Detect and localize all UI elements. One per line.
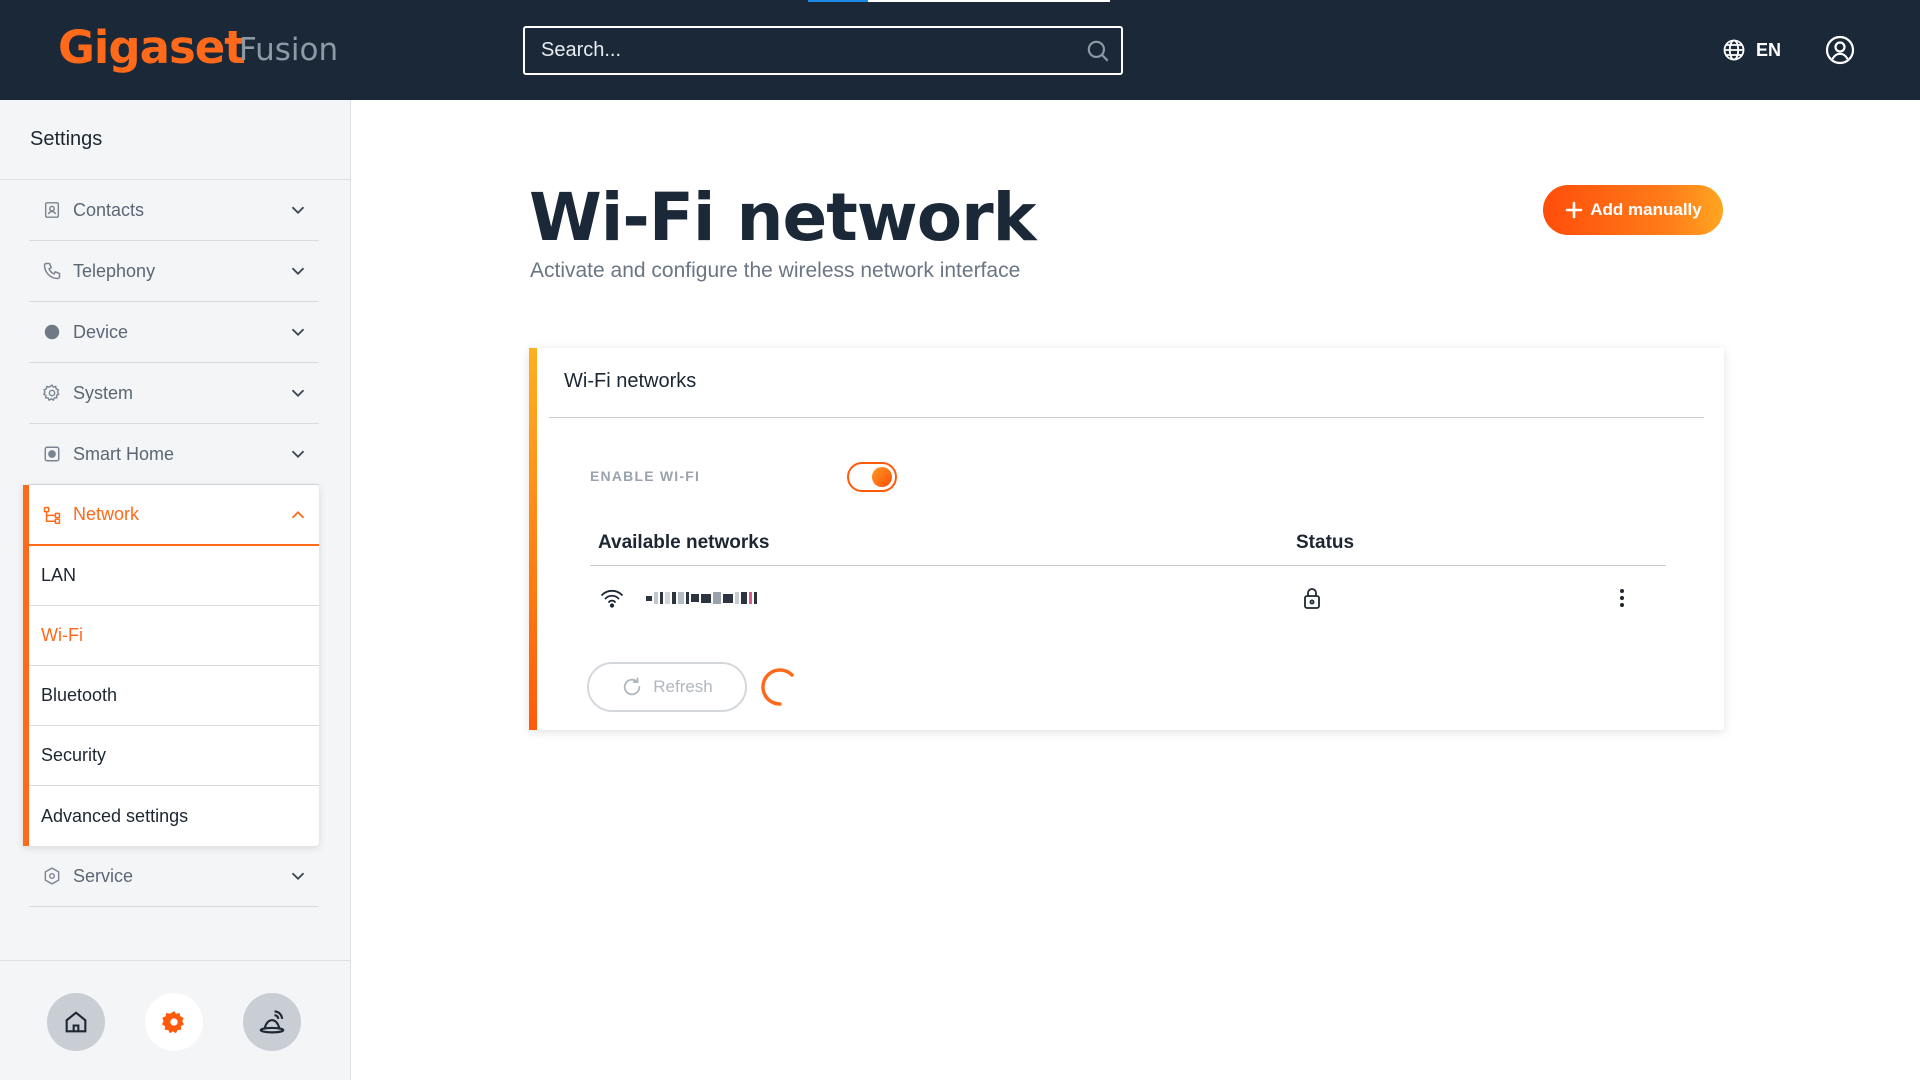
- sidebar-item-label: Contacts: [73, 199, 145, 220]
- sidebar-subitem-lan[interactable]: LAN: [29, 546, 319, 606]
- chevron-down-icon: [291, 450, 305, 459]
- chevron-down-icon: [291, 328, 305, 337]
- networks-table: Available networks Status: [590, 524, 1666, 630]
- sidebar-item-label: Network: [73, 504, 140, 524]
- page-title: Wi-Fi network: [529, 179, 1037, 256]
- toggle-knob: [872, 467, 892, 487]
- service-icon: [44, 867, 60, 885]
- globe-icon: [1723, 39, 1745, 61]
- wifi-icon: [601, 589, 623, 608]
- chevron-down-icon: [291, 206, 305, 215]
- settings-gear-icon: [161, 1010, 184, 1034]
- search-input[interactable]: [525, 28, 1065, 73]
- home-button[interactable]: [47, 993, 105, 1051]
- column-available-networks: Available networks: [598, 532, 770, 553]
- sidebar-item-label: Smart Home: [73, 443, 175, 464]
- add-manually-label: Add manually: [1590, 200, 1702, 219]
- smart-home-device-icon: [259, 1010, 285, 1034]
- sidebar-item-label: Telephony: [73, 260, 156, 281]
- page-subtitle: Activate and configure the wireless netw…: [530, 259, 1021, 282]
- sidebar-item-device[interactable]: Device: [29, 302, 319, 363]
- chevron-down-icon: [291, 872, 305, 881]
- chevron-up-icon: [291, 510, 305, 518]
- search-icon[interactable]: [1085, 38, 1111, 64]
- network-icon: [43, 506, 61, 524]
- sidebar-subitem-bluetooth[interactable]: Bluetooth: [29, 666, 319, 726]
- sidebar-item-contacts[interactable]: Contacts: [29, 180, 319, 241]
- language-label: EN: [1756, 39, 1782, 60]
- sidebar-subitem-wifi[interactable]: Wi-Fi: [29, 606, 319, 666]
- language-selector[interactable]: EN: [1722, 34, 1781, 66]
- network-group: Network LAN Wi-Fi Bluetooth Security Adv…: [23, 485, 319, 846]
- add-manually-button[interactable]: Add manually: [1543, 185, 1723, 235]
- sidebar-item-label: Device: [73, 321, 129, 342]
- chevron-down-icon: [291, 267, 305, 276]
- sidebar-subitem-security[interactable]: Security: [29, 726, 319, 786]
- loading-strip: [808, 0, 1110, 2]
- top-header: Gigaset Fusion EN: [0, 0, 1920, 100]
- sidebar-item-service[interactable]: Service: [29, 846, 319, 907]
- sidebar-item-smart-home[interactable]: Smart Home: [29, 424, 319, 485]
- sidebar-item-label: Service: [73, 865, 134, 886]
- search-box: [523, 26, 1123, 75]
- card-divider: [549, 417, 1704, 418]
- smart-home-device-button[interactable]: [243, 993, 301, 1051]
- sidebar-subitem-advanced-settings[interactable]: Advanced settings: [29, 786, 319, 846]
- phone-icon: [43, 262, 61, 280]
- settings-button[interactable]: [145, 993, 203, 1051]
- gear-icon: [42, 384, 60, 402]
- networks-table-header: Available networks Status: [590, 524, 1666, 566]
- wifi-networks-card: Wi-Fi networks ENABLE WI-FI Available ne…: [529, 348, 1724, 730]
- refresh-button[interactable]: Refresh: [587, 662, 747, 712]
- column-status: Status: [1296, 532, 1355, 553]
- enable-wifi-label: ENABLE WI-FI: [590, 468, 701, 484]
- refresh-icon: [624, 677, 641, 696]
- plus-icon: [1565, 201, 1583, 219]
- product-name: Fusion: [239, 32, 339, 68]
- loading-strip-accent: [808, 0, 868, 2]
- home-icon: [65, 1011, 87, 1033]
- table-row[interactable]: [590, 566, 1666, 630]
- network-ssid-redacted: [646, 590, 766, 606]
- account-icon[interactable]: [1824, 34, 1856, 66]
- settings-sidebar: Settings Contacts Telephony Device Syste…: [0, 100, 351, 1080]
- smart-home-icon: [44, 446, 60, 462]
- sidebar-item-label: System: [73, 382, 134, 403]
- sidebar-item-network[interactable]: Network: [29, 485, 319, 546]
- lock-icon: [1304, 588, 1320, 609]
- sidebar-bottom-divider: [0, 960, 350, 961]
- sidebar-title: Settings: [30, 128, 103, 150]
- bottom-dock: [47, 993, 307, 1053]
- contacts-icon: [44, 202, 60, 218]
- card-title: Wi-Fi networks: [564, 370, 697, 392]
- device-icon: [44, 324, 60, 340]
- refresh-label: Refresh: [653, 677, 713, 696]
- more-options-icon[interactable]: [1610, 586, 1634, 610]
- loading-spinner-icon: [761, 668, 794, 706]
- chevron-down-icon: [291, 389, 305, 398]
- brand-logo[interactable]: Gigaset: [58, 20, 246, 76]
- enable-wifi-toggle[interactable]: [847, 462, 897, 492]
- sidebar-item-telephony[interactable]: Telephony: [29, 241, 319, 302]
- sidebar-nav: Contacts Telephony Device System Smart H…: [23, 180, 319, 907]
- sidebar-item-system[interactable]: System: [29, 363, 319, 424]
